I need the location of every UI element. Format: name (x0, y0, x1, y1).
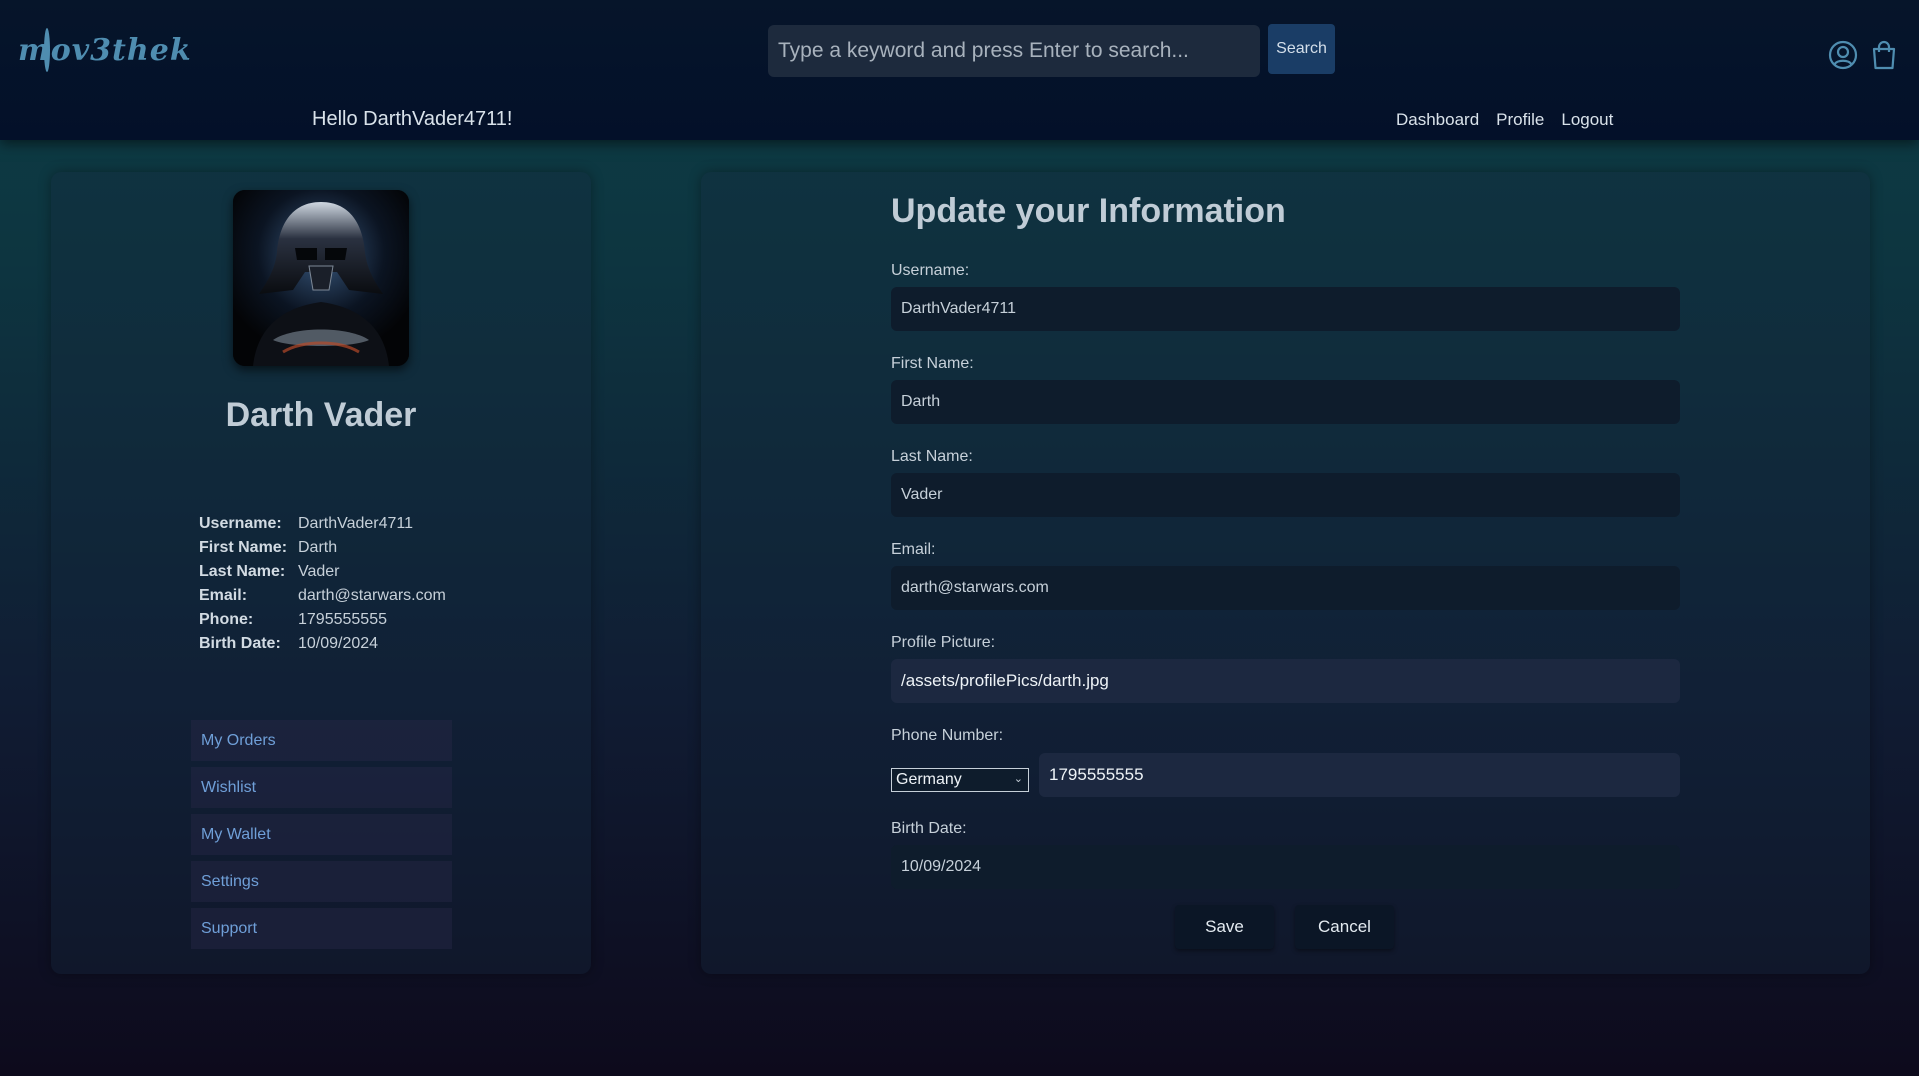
country-select[interactable]: Germany ⌄ (891, 768, 1029, 792)
menu-item-my-wallet[interactable]: My Wallet (191, 814, 452, 855)
menu-item-support[interactable]: Support (191, 908, 452, 949)
profile-menu: My Orders Wishlist My Wallet Settings Su… (191, 720, 452, 955)
form-title: Update your Information (891, 192, 1286, 230)
profile-card: Darth Vader Username: DarthVader4711 Fir… (51, 172, 591, 974)
nav-dashboard-link[interactable]: Dashboard (1396, 110, 1479, 130)
search-button[interactable]: Search (1268, 24, 1335, 74)
user-icon[interactable] (1828, 40, 1858, 70)
shopping-bag-icon[interactable] (1870, 40, 1898, 70)
profile-info-table: Username: DarthVader4711 First Name: Dar… (199, 512, 446, 656)
nav-profile-link[interactable]: Profile (1496, 110, 1544, 130)
top-header: mov3thek Search Hello DarthVader4711! Da… (0, 0, 1919, 140)
header-nav: Dashboard Profile Logout (1396, 110, 1613, 130)
info-label: Last Name: (199, 563, 286, 580)
username-label: Username: (891, 262, 970, 279)
last-name-label: Last Name: (891, 448, 973, 465)
info-row-phone: Phone: 1795555555 (199, 608, 446, 632)
first-name-field[interactable] (891, 380, 1680, 424)
info-row-first-name: First Name: Darth (199, 536, 446, 560)
birth-date-field[interactable] (891, 845, 1680, 889)
greeting-text: Hello DarthVader4711! (312, 108, 513, 130)
chevron-down-icon: ⌄ (1013, 773, 1023, 785)
email-field[interactable] (891, 566, 1680, 610)
info-label: First Name: (199, 539, 288, 556)
info-value: DarthVader4711 (298, 515, 414, 532)
info-value: 10/09/2024 (298, 635, 379, 652)
site-logo[interactable]: mov3thek (18, 24, 191, 76)
username-field[interactable] (891, 287, 1680, 331)
first-name-label: First Name: (891, 355, 974, 372)
menu-item-wishlist[interactable]: Wishlist (191, 767, 452, 808)
nav-logout-link[interactable]: Logout (1561, 110, 1613, 130)
info-label: Phone: (199, 611, 254, 628)
info-label: Birth Date: (199, 635, 281, 652)
info-value: Vader (298, 563, 340, 580)
info-label: Username: (199, 515, 282, 532)
email-label: Email: (891, 541, 936, 558)
info-label: Email: (199, 587, 248, 604)
info-row-email: Email: darth@starwars.com (199, 584, 446, 608)
avatar (233, 190, 409, 366)
info-value: Darth (298, 539, 338, 556)
logo-text: mov3thek (18, 32, 192, 68)
birth-date-label: Birth Date: (891, 820, 967, 837)
menu-item-settings[interactable]: Settings (191, 861, 452, 902)
info-row-last-name: Last Name: Vader (199, 560, 446, 584)
country-select-value: Germany (896, 771, 962, 788)
cancel-button[interactable]: Cancel (1295, 905, 1394, 949)
info-value: 1795555555 (298, 611, 387, 628)
last-name-field[interactable] (891, 473, 1680, 517)
info-row-username: Username: DarthVader4711 (199, 512, 446, 536)
info-value: darth@starwars.com (298, 587, 446, 604)
save-button[interactable]: Save (1175, 905, 1274, 949)
phone-number-label: Phone Number: (891, 727, 1004, 744)
profile-picture-label: Profile Picture: (891, 634, 996, 651)
profile-full-name: Darth Vader (225, 396, 417, 434)
phone-number-field[interactable] (1039, 753, 1680, 797)
update-info-card: Update your Information Username: First … (701, 172, 1870, 974)
profile-picture-field[interactable] (891, 659, 1680, 703)
info-row-birth-date: Birth Date: 10/09/2024 (199, 632, 446, 656)
darth-vader-avatar-image (233, 190, 409, 366)
search-input[interactable] (768, 25, 1260, 77)
menu-item-my-orders[interactable]: My Orders (191, 720, 452, 761)
